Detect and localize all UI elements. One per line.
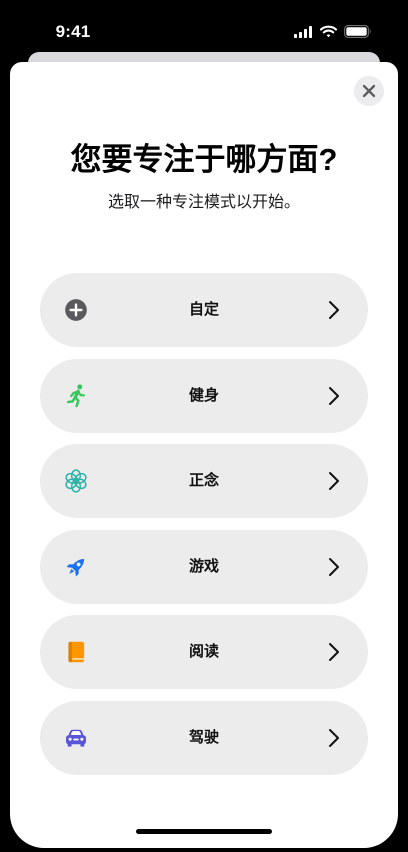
plus-circle-icon — [65, 299, 87, 321]
flower-icon — [65, 469, 87, 493]
chevron-right-icon — [329, 557, 339, 576]
focus-options-list: 自定 健身 正念 游戏 阅读 驾驶 — [40, 273, 368, 775]
option-label: 正念 — [188, 472, 219, 489]
page-subtitle: 选取一种专注模式以开始。 — [107, 194, 300, 211]
chevron-right-icon — [329, 301, 339, 319]
phone-screen: 9:41 您要专注于哪方面? 选取一种专注模式以开始。 自定 健身 正念 游戏 … — [0, 0, 408, 852]
option-label: 健身 — [188, 386, 219, 404]
option-mindfulness[interactable]: 正念 — [40, 444, 368, 518]
chevron-right-icon — [329, 643, 339, 661]
rocket-icon — [66, 558, 85, 576]
running-figure-icon — [66, 383, 85, 407]
book-icon — [68, 641, 85, 663]
wifi-icon — [320, 25, 337, 38]
battery-icon — [344, 25, 371, 38]
page-title: 您要专注于哪方面? — [70, 142, 338, 177]
option-gaming[interactable]: 游戏 — [40, 529, 368, 604]
option-fitness[interactable]: 健身 — [40, 358, 368, 433]
option-label: 阅读 — [188, 643, 219, 660]
car-icon — [66, 729, 86, 747]
xmark-icon — [362, 84, 376, 98]
chevron-right-icon — [329, 728, 339, 747]
option-label: 自定 — [188, 301, 219, 318]
option-label: 驾驶 — [188, 728, 219, 746]
option-label: 游戏 — [188, 557, 219, 575]
focus-mode-sheet: 您要专注于哪方面? 选取一种专注模式以开始。 自定 健身 正念 游戏 阅读 驾驶 — [10, 62, 398, 848]
status-time: 9:41 — [55, 22, 91, 41]
home-indicator[interactable] — [136, 829, 272, 834]
option-reading[interactable]: 阅读 — [40, 615, 368, 689]
option-custom[interactable]: 自定 — [40, 273, 368, 347]
cellular-signal-icon — [294, 26, 312, 38]
chevron-right-icon — [329, 472, 339, 490]
close-button[interactable] — [354, 76, 384, 106]
option-driving[interactable]: 驾驶 — [40, 700, 368, 775]
chevron-right-icon — [329, 386, 339, 405]
